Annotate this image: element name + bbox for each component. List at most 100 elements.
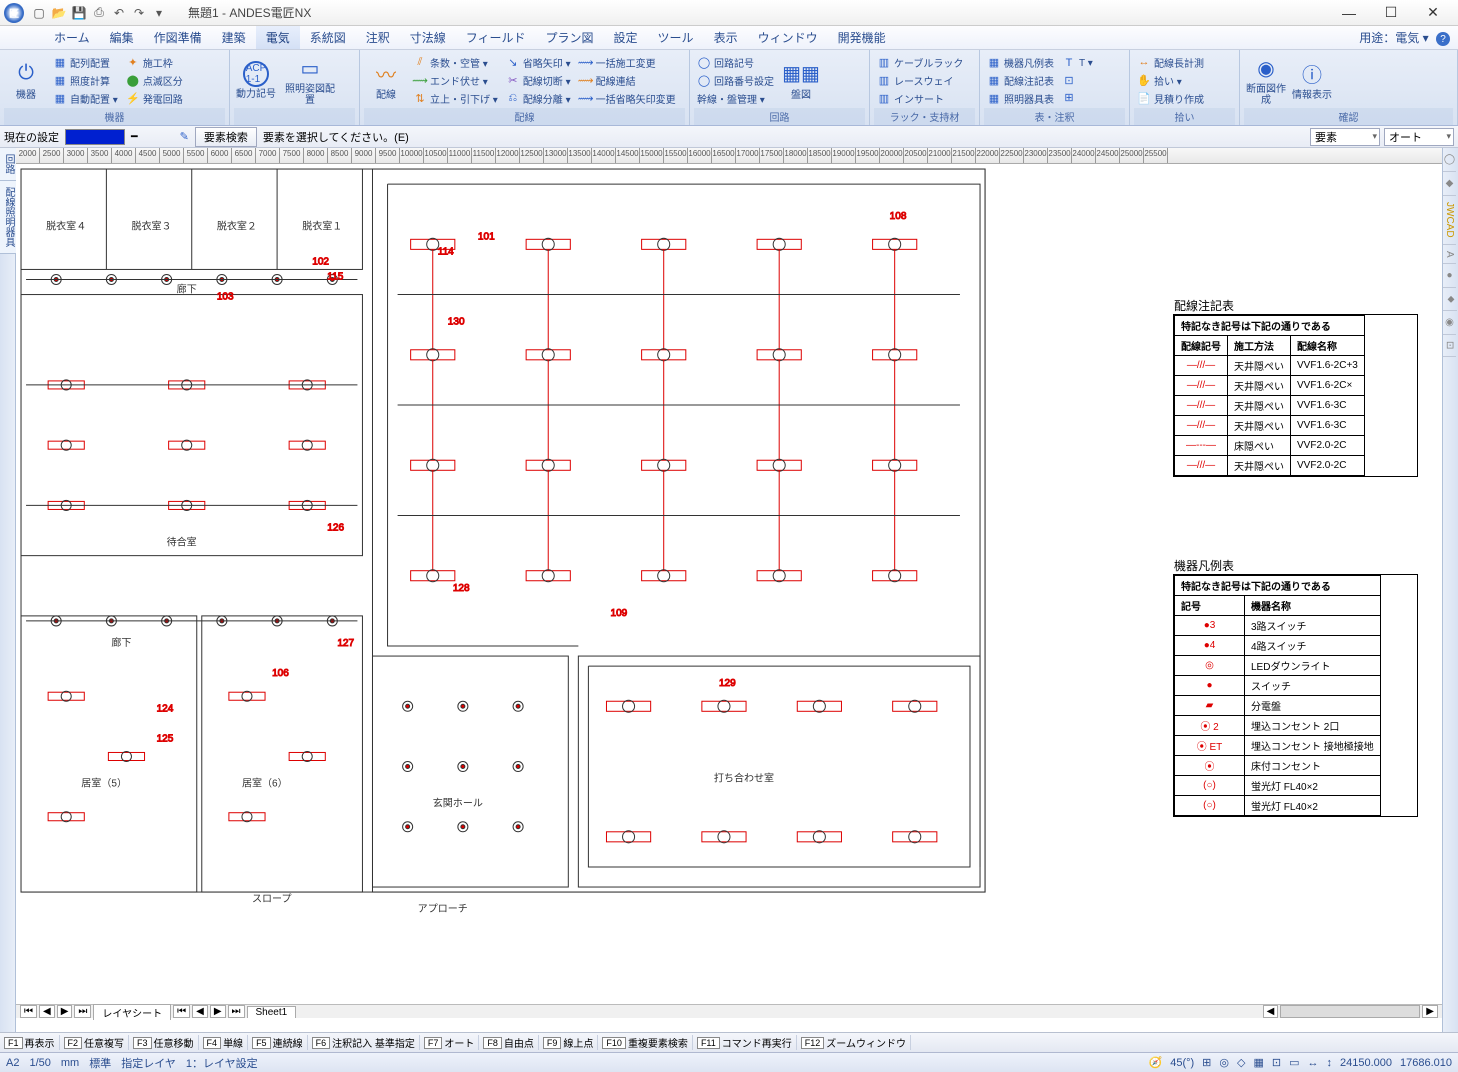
menu-window[interactable]: ウィンドウ (748, 26, 828, 49)
status-layerset[interactable]: 1：レイヤ設定 (186, 1055, 258, 1071)
line-preview[interactable] (65, 129, 125, 145)
left-tab-wiring[interactable]: 配線照明器具 (0, 181, 17, 254)
menu-system[interactable]: 系統図 (300, 26, 356, 49)
status-unit[interactable]: mm (61, 1057, 79, 1069)
close-button[interactable]: ✕ (1412, 1, 1454, 25)
sheet-prev2-button[interactable]: ◀ (192, 1005, 208, 1018)
insert-button[interactable]: ▥インサート (874, 90, 966, 107)
sheet-next-button[interactable]: ▶ (57, 1005, 73, 1018)
menu-home[interactable]: ホーム (44, 26, 100, 49)
fkey-f1[interactable]: F1再表示 (0, 1035, 60, 1050)
line-style-icon[interactable]: ━ (131, 130, 138, 143)
wire-legend-button[interactable]: ▦配線注記表 (984, 72, 1057, 89)
qat-redo-icon[interactable]: ↷ (130, 4, 148, 22)
element-combo[interactable]: 要素 (1310, 128, 1380, 146)
toggle-6-icon[interactable]: ▭ (1289, 1056, 1299, 1069)
qat-save-icon[interactable]: 💾 (70, 4, 88, 22)
sheet-prev-button[interactable]: ◀ (39, 1005, 55, 1018)
toggle-7-icon[interactable]: ↔ (1308, 1057, 1319, 1069)
minimize-button[interactable]: — (1328, 1, 1370, 25)
left-tab-circuit[interactable]: 回路 (0, 148, 17, 181)
light-shape-button[interactable]: ▭ 照明姿図配置 (280, 52, 340, 108)
right-tab-jwcad[interactable]: JWCAD (1443, 196, 1456, 245)
menu-edit[interactable]: 編集 (100, 26, 144, 49)
auto-combo[interactable]: オート (1384, 128, 1454, 146)
menu-tools[interactable]: ツール (648, 26, 704, 49)
wire-cut-button[interactable]: ✂配線切断 ▾ (503, 72, 574, 89)
toggle-4-icon[interactable]: ▦ (1253, 1056, 1263, 1069)
device-button[interactable]: ⏻ 機器 (4, 52, 48, 108)
section-button[interactable]: ◉ 断面図作成 (1244, 52, 1288, 108)
element-search-button[interactable]: 要素検索 (195, 127, 257, 147)
text-button[interactable]: TT ▾ (1059, 55, 1096, 71)
fkey-f5[interactable]: F5連続線 (248, 1035, 308, 1050)
wirelen-button[interactable]: ↔配線長計測 (1134, 54, 1207, 71)
omit-arrow-button[interactable]: ↘省略矢印 ▾ (503, 54, 574, 71)
menu-dim[interactable]: 寸法線 (400, 26, 456, 49)
box-button[interactable]: ⊡ (1059, 72, 1096, 88)
circuit-sym-button[interactable]: ◯回路記号 (694, 54, 777, 71)
drawing-canvas[interactable]: 脱衣室４ 脱衣室３ 脱衣室２ 脱衣室１ 廊下 待合室 廊下 居室（5） 居室（6… (16, 164, 1442, 1004)
status-layer[interactable]: 指定レイヤ (121, 1055, 176, 1071)
wiring-button[interactable]: 〰 配線 (364, 52, 408, 108)
estimate-button[interactable]: 📄見積り作成 (1134, 90, 1207, 107)
auto-place-button[interactable]: ▦自動配置 ▾ (50, 90, 121, 107)
right-tab-5[interactable]: ● (1443, 264, 1456, 288)
sheet-last2-button[interactable]: ⏭ (228, 1005, 245, 1018)
fkey-f8[interactable]: F8自由点 (479, 1035, 539, 1050)
circuit-num-button[interactable]: ◯回路番号設定 (694, 72, 777, 89)
blink-div-button[interactable]: ⬤点滅区分 (123, 72, 186, 89)
fkey-f2[interactable]: F2任意複写 (60, 1035, 130, 1050)
menu-dev[interactable]: 開発機能 (828, 26, 896, 49)
batch-omit-button[interactable]: ⟿一括省略矢印変更 (576, 90, 679, 107)
grid-button[interactable]: ⊞ (1059, 89, 1096, 105)
pickup-button[interactable]: ✋拾い ▾ (1134, 72, 1207, 89)
sheet-next2-button[interactable]: ▶ (210, 1005, 226, 1018)
illum-calc-button[interactable]: ▦照度計算 (50, 72, 121, 89)
menu-annot[interactable]: 注釈 (356, 26, 400, 49)
right-tab-1[interactable]: ◯ (1443, 148, 1456, 172)
qat-open-icon[interactable]: 📂 (50, 4, 68, 22)
fkey-f6[interactable]: F6注釈記入 基準指定 (308, 1035, 420, 1050)
help-icon[interactable]: ? (1436, 32, 1450, 46)
sheet1-tab[interactable]: Sheet1 (247, 1006, 297, 1018)
gen-circuit-button[interactable]: ⚡発電回路 (123, 90, 186, 107)
end-down-button[interactable]: ⟿エンド伏せ ▾ (410, 72, 501, 89)
array-place-button[interactable]: ▦配列配置 (50, 54, 121, 71)
cond-empty-button[interactable]: ⫽条数・空管 ▾ (410, 54, 501, 71)
sheet-last-button[interactable]: ⏭ (74, 1005, 91, 1018)
menu-plan[interactable]: プラン図 (536, 26, 604, 49)
qat-saveall-icon[interactable]: ⎙ (90, 4, 108, 22)
cablerack-button[interactable]: ▥ケーブルラック (874, 54, 966, 71)
wire-join-button[interactable]: ⟿配線連結 (576, 72, 679, 89)
right-tab-2[interactable]: ◆ (1443, 172, 1456, 196)
qat-undo-icon[interactable]: ↶ (110, 4, 128, 22)
panel-diagram-button[interactable]: ▦▦ 盤図 (779, 52, 823, 108)
hscrollbar[interactable] (1280, 1005, 1420, 1018)
toggle-5-icon[interactable]: ⊡ (1272, 1056, 1281, 1069)
layer-sheet-tab[interactable]: レイヤシート (93, 1004, 171, 1020)
right-tab-7[interactable]: ◉ (1443, 311, 1456, 335)
wire-split-button[interactable]: ⎌配線分離 ▾ (503, 90, 574, 107)
right-tab-8[interactable]: ⊡ (1443, 335, 1456, 356)
fkey-f3[interactable]: F3任意移動 (129, 1035, 199, 1050)
qat-more-icon[interactable]: ▾ (150, 4, 168, 22)
status-size[interactable]: A2 (6, 1057, 19, 1069)
fkey-f10[interactable]: F10重複要素検索 (598, 1035, 693, 1050)
fkey-f7[interactable]: F7オート (420, 1035, 480, 1050)
menu-settings[interactable]: 設定 (604, 26, 648, 49)
menu-drawprep[interactable]: 作図準備 (144, 26, 212, 49)
toggle-2-icon[interactable]: ◎ (1219, 1056, 1229, 1069)
hscroll-left-button[interactable]: ◀ (1263, 1005, 1279, 1018)
right-tab-4[interactable]: A (1443, 245, 1456, 265)
light-table-button[interactable]: ▦照明器具表 (984, 90, 1057, 107)
status-scale[interactable]: 1/50 (29, 1057, 50, 1069)
sheet-first-button[interactable]: ⏮ (20, 1005, 37, 1018)
qat-new-icon[interactable]: ▢ (30, 4, 48, 22)
updown-button[interactable]: ⇅立上・引下げ ▾ (410, 90, 501, 107)
status-std[interactable]: 標準 (89, 1055, 111, 1071)
maximize-button[interactable]: ☐ (1370, 1, 1412, 25)
fkey-f11[interactable]: F11コマンド再実行 (693, 1035, 797, 1050)
const-frame-button[interactable]: ✦施工枠 (123, 54, 186, 71)
main-panel-button[interactable]: 幹線・盤管理 ▾ (694, 90, 777, 107)
